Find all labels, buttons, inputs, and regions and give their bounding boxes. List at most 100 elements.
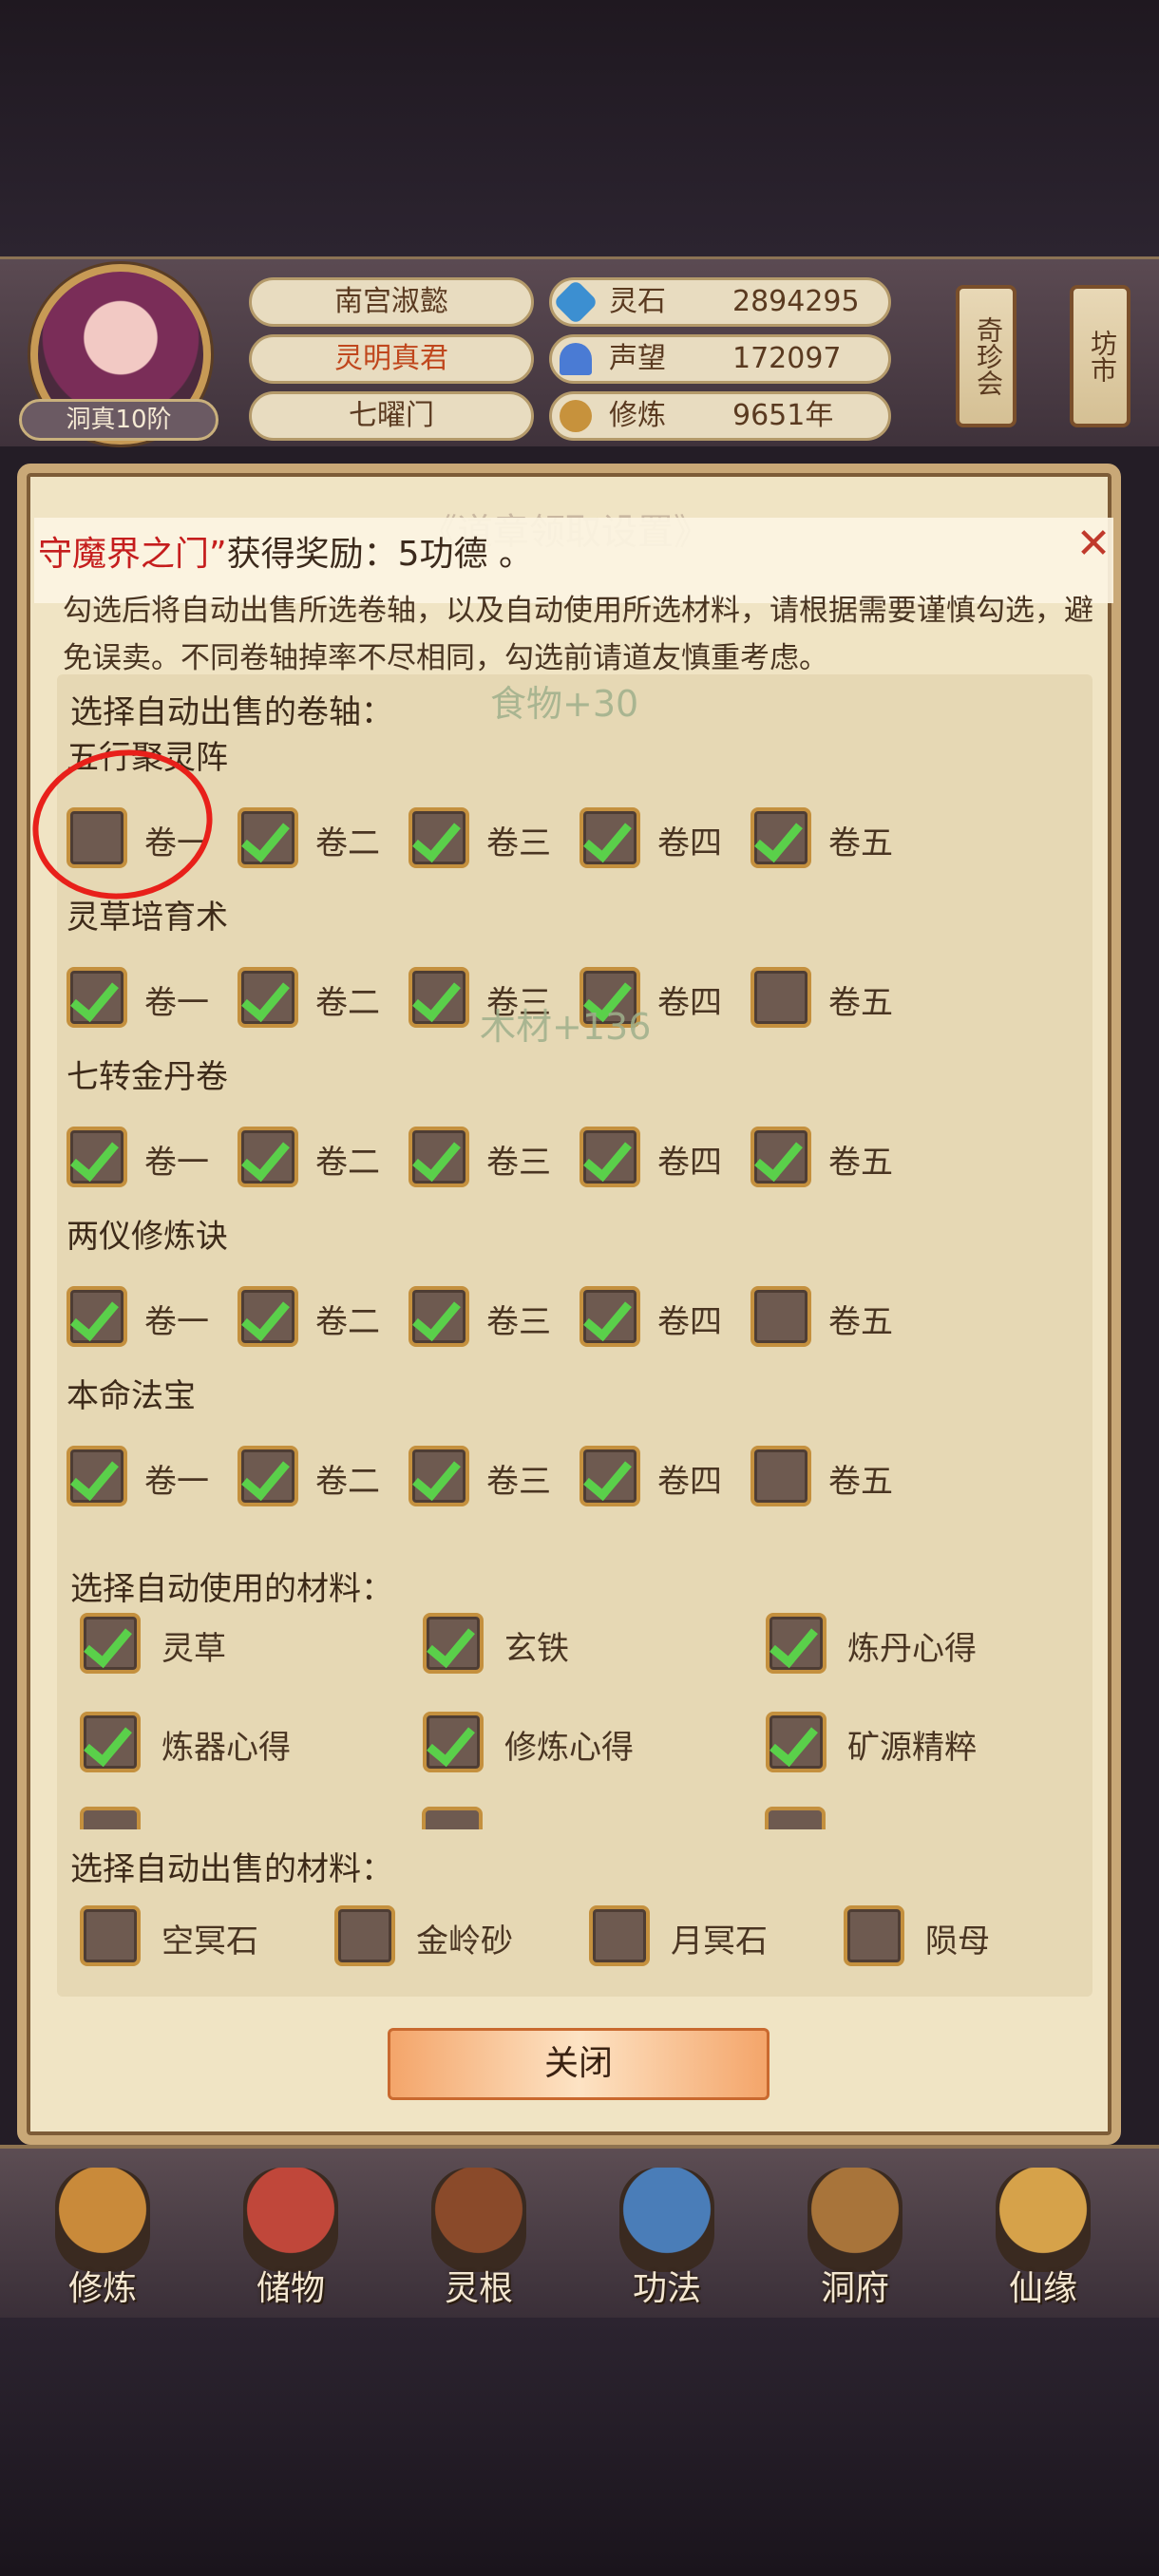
use-material-checkbox[interactable]: [80, 1613, 141, 1674]
market-button[interactable]: 坊市: [1070, 285, 1130, 427]
stat-value: 172097: [732, 342, 842, 375]
scroll-checkbox-label: 卷三: [486, 1303, 551, 1341]
stat-prestige: 声望 172097: [549, 334, 891, 384]
prestige-crystal-icon: [560, 343, 592, 375]
dialog-description: 勾选后将自动出售所选卷轴，以及自动使用所选材料，请根据需要谨慎勾选，避免误卖。不…: [63, 594, 1093, 675]
stat-value: 2894295: [732, 285, 860, 318]
scroll-checkbox-label: 卷一: [144, 1463, 209, 1501]
stat-value: 9651年: [732, 399, 834, 432]
scroll-checkbox[interactable]: [66, 1127, 127, 1187]
scroll-checkbox-label: 卷二: [315, 1144, 380, 1182]
scroll-checkbox[interactable]: [580, 1286, 640, 1347]
nav-item-2[interactable]: 储物: [205, 2149, 376, 2320]
scroll-checkbox-label: 卷五: [828, 1144, 893, 1182]
scroll-checkbox[interactable]: [66, 967, 127, 1028]
scroll-checkbox[interactable]: [580, 1446, 640, 1506]
cultivate-icon: [55, 2168, 150, 2272]
scroll-checkbox[interactable]: [66, 1446, 127, 1506]
scroll-group-title: 本命法宝: [66, 1377, 196, 1415]
sell-material-checkbox[interactable]: [589, 1905, 650, 1966]
stat-label: 声望: [609, 342, 666, 375]
spirit-stone-icon: [552, 278, 599, 326]
nav-item-6[interactable]: 仙缘: [958, 2149, 1129, 2320]
use-material-checkbox[interactable]: [80, 1712, 141, 1772]
scroll-checkbox[interactable]: [580, 1127, 640, 1187]
scroll-checkbox[interactable]: [238, 1286, 298, 1347]
treasure-fair-button[interactable]: 奇珍会: [956, 285, 1016, 427]
scroll-checkbox[interactable]: [580, 807, 640, 868]
reward-notification-text: 守魔界之门”获得奖励：5功德 。: [38, 526, 533, 576]
scroll-checkbox-label: 卷二: [315, 984, 380, 1022]
scroll-checkbox-label: 卷五: [828, 1463, 893, 1501]
scroll-checkbox[interactable]: [408, 1127, 469, 1187]
options-panel: [57, 674, 1092, 1997]
scroll-checkbox[interactable]: [66, 1286, 127, 1347]
nav-item-label: 储物: [256, 2269, 325, 2308]
scroll-checkbox[interactable]: [408, 1286, 469, 1347]
bottom-background: [0, 2318, 1159, 2576]
scroll-checkbox-label: 卷一: [144, 1144, 209, 1182]
immortal-fate-icon: [996, 2168, 1091, 2272]
scroll-checkbox[interactable]: [750, 967, 811, 1028]
scroll-checkbox[interactable]: [408, 807, 469, 868]
nav-item-3[interactable]: 灵根: [393, 2149, 564, 2320]
floating-reward-text: 食物+30: [490, 683, 639, 725]
sell-material-checkbox[interactable]: [334, 1905, 395, 1966]
player-name: 南宫淑懿: [249, 277, 534, 327]
cave-mansion-icon: [808, 2168, 902, 2272]
use-material-checkbox[interactable]: [423, 1613, 484, 1674]
scroll-checkbox-label: 卷五: [828, 984, 893, 1022]
floating-reward-text: 木材+136: [480, 1006, 652, 1048]
use-material-label: 矿源精粹: [847, 1729, 977, 1767]
scroll-checkbox-label: 卷四: [657, 1463, 722, 1501]
meditation-icon: [560, 400, 592, 432]
nav-item-5[interactable]: 洞府: [770, 2149, 940, 2320]
use-material-checkbox[interactable]: [766, 1712, 826, 1772]
scroll-checkbox-label: 卷二: [315, 824, 380, 862]
use-material-checkbox[interactable]: [766, 1613, 826, 1674]
scroll-checkbox[interactable]: [750, 807, 811, 868]
technique-book-icon: [619, 2168, 714, 2272]
use-material-label: 炼器心得: [162, 1729, 291, 1767]
sell-material-checkbox[interactable]: [844, 1905, 904, 1966]
notification-event: 守魔界之门”: [38, 535, 227, 574]
storage-bag-icon: [243, 2168, 338, 2272]
sell-material-label: 空冥石: [162, 1923, 258, 1960]
scroll-checkbox[interactable]: [408, 1446, 469, 1506]
nav-item-1[interactable]: 修炼: [17, 2149, 188, 2320]
scroll-group-title: 两仪修炼诀: [66, 1218, 228, 1256]
stat-label: 修炼: [609, 399, 666, 432]
scroll-group-title: 七转金丹卷: [66, 1058, 228, 1096]
scroll-checkbox[interactable]: [408, 967, 469, 1028]
nav-item-label: 洞府: [820, 2269, 889, 2308]
scroll-group-title: 灵草培育术: [66, 899, 228, 937]
scroll-checkbox-label: 卷五: [828, 1303, 893, 1341]
use-material-checkbox[interactable]: [423, 1712, 484, 1772]
nav-item-label: 功法: [632, 2269, 701, 2308]
use-material-label: 修炼心得: [504, 1729, 634, 1767]
stat-spirit-stone: 灵石 2894295: [549, 277, 891, 327]
sell-material-checkbox[interactable]: [80, 1905, 141, 1966]
scroll-checkbox[interactable]: [750, 1127, 811, 1187]
rank-badge: 洞真10阶: [19, 399, 218, 441]
spirit-root-icon: [431, 2168, 526, 2272]
scroll-checkbox[interactable]: [238, 1446, 298, 1506]
scroll-checkbox[interactable]: [750, 1286, 811, 1347]
stat-label: 灵石: [609, 285, 666, 318]
use-material-label: 灵草: [162, 1630, 226, 1668]
scroll-section-label: 选择自动出售的卷轴：: [70, 693, 393, 731]
scroll-checkbox-label: 卷四: [657, 1144, 722, 1182]
scroll-checkbox[interactable]: [750, 1446, 811, 1506]
scroll-checkbox-label: 卷三: [486, 824, 551, 862]
nav-item-label: 灵根: [444, 2269, 513, 2308]
scroll-checkbox-label: 卷一: [144, 1303, 209, 1341]
scroll-checkbox-label: 卷四: [657, 824, 722, 862]
close-icon[interactable]: ✕: [1070, 521, 1117, 568]
scroll-checkbox[interactable]: [238, 1127, 298, 1187]
nav-item-4[interactable]: 功法: [581, 2149, 752, 2320]
scroll-checkbox-label: 卷二: [315, 1303, 380, 1341]
scroll-cutoff-row: [76, 1807, 1083, 1829]
scroll-checkbox[interactable]: [238, 967, 298, 1028]
scroll-checkbox[interactable]: [238, 807, 298, 868]
close-button[interactable]: 关闭: [388, 2028, 770, 2100]
